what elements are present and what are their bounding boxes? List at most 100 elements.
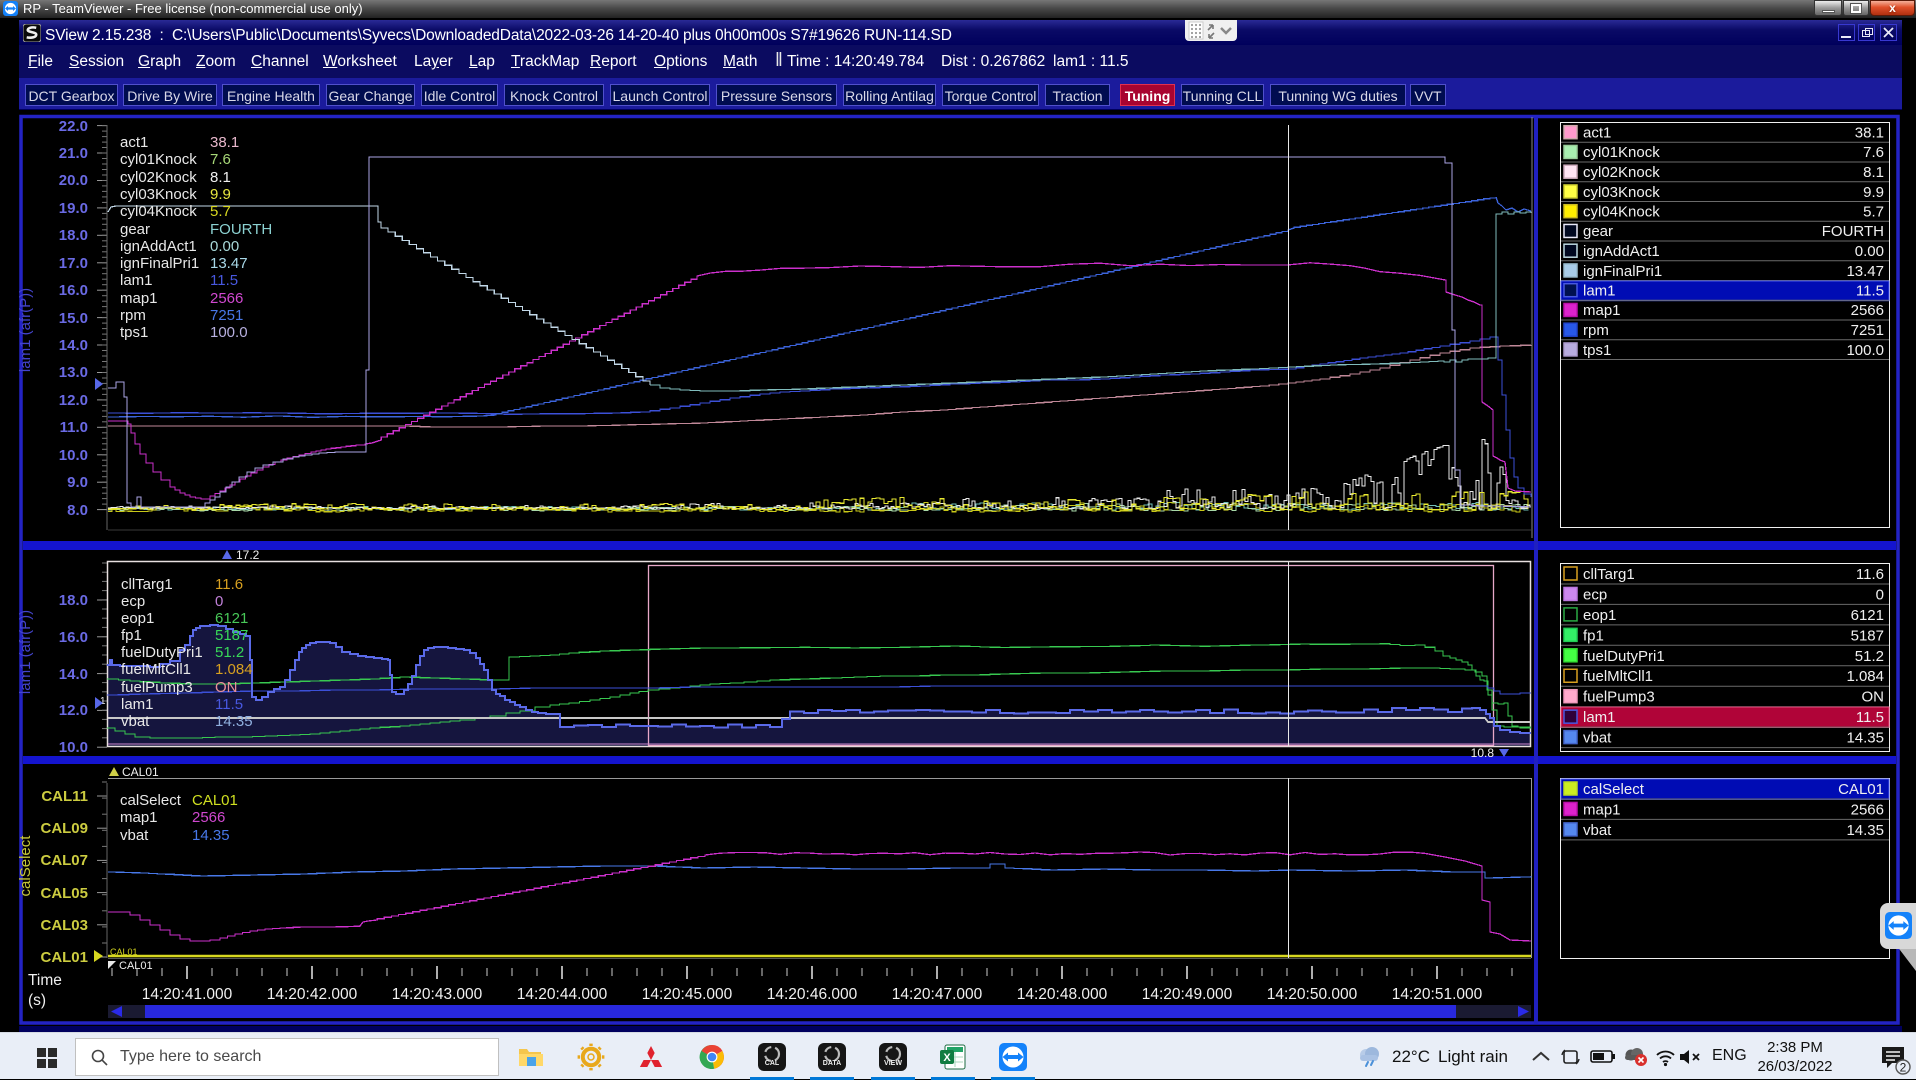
svg-text:18.0: 18.0 [59, 592, 88, 609]
svg-text:2566: 2566 [192, 809, 225, 826]
svg-text:CAL01: CAL01 [40, 949, 88, 966]
svg-text:38.1: 38.1 [1855, 125, 1884, 142]
svg-text:100.0: 100.0 [210, 324, 248, 341]
svg-text:CAL05: CAL05 [40, 885, 88, 902]
svg-text:lam1: lam1 [121, 696, 154, 713]
svg-text:20.0: 20.0 [59, 172, 88, 189]
svg-text:map1: map1 [120, 809, 158, 826]
svg-text:19.0: 19.0 [59, 200, 88, 217]
svg-text:7.6: 7.6 [1863, 144, 1884, 161]
svg-text:11.5: 11.5 [1856, 709, 1884, 726]
svg-text:9.0: 9.0 [67, 474, 88, 491]
svg-text:tps1: tps1 [1583, 342, 1611, 359]
svg-text:14:20:43.000: 14:20:43.000 [392, 986, 483, 1003]
svg-text:ON: ON [215, 679, 238, 696]
svg-text:lam1: lam1 [1583, 283, 1616, 300]
svg-text:14:20:48.000: 14:20:48.000 [1017, 986, 1108, 1003]
svg-text:map1: map1 [1583, 802, 1621, 819]
svg-text:cyl01Knock: cyl01Knock [1583, 144, 1660, 161]
svg-text:12.0: 12.0 [59, 392, 88, 409]
svg-text:eop1: eop1 [121, 610, 154, 627]
svg-text:CAL01: CAL01 [1838, 781, 1884, 798]
svg-text:0: 0 [215, 593, 223, 610]
svg-text:lam1 (afr(P)): lam1 (afr(P)) [17, 288, 34, 372]
svg-text:CAL: CAL [765, 1060, 780, 1067]
svg-text:FOURTH: FOURTH [1822, 223, 1884, 240]
svg-text:fuelMltCll1: fuelMltCll1 [1583, 668, 1653, 685]
svg-text:(s): (s) [28, 992, 46, 1009]
svg-text:5.7: 5.7 [210, 203, 231, 220]
svg-text:5187: 5187 [215, 627, 248, 644]
svg-text:6121: 6121 [215, 610, 248, 627]
svg-text:cyl03Knock: cyl03Knock [1583, 184, 1660, 201]
svg-text:ignFinalPri1: ignFinalPri1 [1583, 263, 1662, 280]
svg-text:lam1 (afr(P)): lam1 (afr(P)) [17, 610, 34, 694]
svg-text:7251: 7251 [210, 307, 243, 324]
svg-text:14.35: 14.35 [215, 713, 253, 730]
svg-text:Time: Time [28, 972, 62, 989]
svg-text:16.0: 16.0 [59, 629, 88, 646]
svg-text:11.5: 11.5 [210, 272, 238, 289]
svg-text:lam1: lam1 [120, 272, 153, 289]
svg-text:14.0: 14.0 [59, 337, 88, 354]
svg-text:cllTarg1: cllTarg1 [1583, 566, 1635, 583]
svg-text:vbat: vbat [121, 713, 150, 730]
svg-text:vbat: vbat [1583, 730, 1612, 747]
svg-text:0: 0 [1876, 587, 1884, 604]
svg-text:fuelMltCll1: fuelMltCll1 [121, 661, 191, 678]
svg-text:cllTarg1: cllTarg1 [121, 576, 173, 593]
svg-text:11.5: 11.5 [1856, 283, 1884, 300]
svg-text:gear: gear [1583, 223, 1613, 240]
svg-text:15.0: 15.0 [59, 310, 88, 327]
svg-text:14.35: 14.35 [1846, 822, 1884, 839]
svg-text:rpm: rpm [1583, 322, 1609, 339]
svg-text:cyl01Knock: cyl01Knock [120, 151, 197, 168]
svg-text:map1: map1 [120, 290, 158, 307]
svg-text:10.8: 10.8 [1471, 746, 1495, 760]
svg-text:8.0: 8.0 [67, 502, 88, 519]
svg-text:17.2: 17.2 [236, 548, 260, 562]
svg-text:0.00: 0.00 [210, 238, 239, 255]
svg-text:fuelPump3: fuelPump3 [1583, 689, 1655, 706]
svg-text:14:20:47.000: 14:20:47.000 [892, 986, 983, 1003]
svg-text:fuelDutyPri1: fuelDutyPri1 [1583, 648, 1665, 665]
svg-text:18.0: 18.0 [59, 227, 88, 244]
svg-text:gear: gear [120, 221, 150, 238]
svg-text:map1: map1 [1583, 302, 1621, 319]
svg-text:22.0: 22.0 [59, 118, 88, 135]
svg-text:2566: 2566 [1851, 802, 1884, 819]
svg-text:eop1: eop1 [1583, 607, 1616, 624]
svg-text:ecp: ecp [1583, 587, 1607, 604]
svg-text:13.47: 13.47 [1846, 263, 1884, 280]
svg-text:rpm: rpm [120, 307, 146, 324]
svg-text:1.084: 1.084 [215, 661, 253, 678]
svg-text:10.0: 10.0 [59, 739, 88, 756]
svg-text:CAL01: CAL01 [192, 792, 238, 809]
svg-text:ON: ON [1862, 689, 1885, 706]
svg-text:12.0: 12.0 [59, 702, 88, 719]
svg-text:8.1: 8.1 [210, 169, 231, 186]
svg-text:lam1: lam1 [1583, 709, 1616, 726]
svg-text:6121: 6121 [1851, 607, 1884, 624]
svg-text:10.0: 10.0 [59, 447, 88, 464]
svg-text:11.0: 11.0 [60, 419, 88, 436]
svg-text:cyl02Knock: cyl02Knock [120, 169, 197, 186]
svg-text:FOURTH: FOURTH [210, 221, 272, 238]
svg-text:100.0: 100.0 [1846, 342, 1884, 359]
svg-text:14:20:49.000: 14:20:49.000 [1142, 986, 1233, 1003]
svg-text:7.6: 7.6 [210, 151, 231, 168]
svg-text:X: X [943, 1052, 951, 1064]
svg-text:calSelect: calSelect [17, 835, 34, 897]
svg-text:8.1: 8.1 [1863, 164, 1884, 181]
svg-text:7251: 7251 [1851, 322, 1884, 339]
svg-text:11.6: 11.6 [215, 576, 243, 593]
svg-text:tps1: tps1 [120, 324, 148, 341]
svg-text:vbat: vbat [1583, 822, 1612, 839]
svg-text:9.9: 9.9 [1863, 184, 1884, 201]
svg-text:14:20:51.000: 14:20:51.000 [1392, 986, 1483, 1003]
svg-text:21.0: 21.0 [59, 145, 88, 162]
svg-text:VIEW: VIEW [884, 1060, 902, 1067]
svg-text:calSelect: calSelect [120, 792, 182, 809]
svg-text:13.0: 13.0 [59, 364, 88, 381]
svg-text:11.6: 11.6 [1856, 566, 1884, 583]
